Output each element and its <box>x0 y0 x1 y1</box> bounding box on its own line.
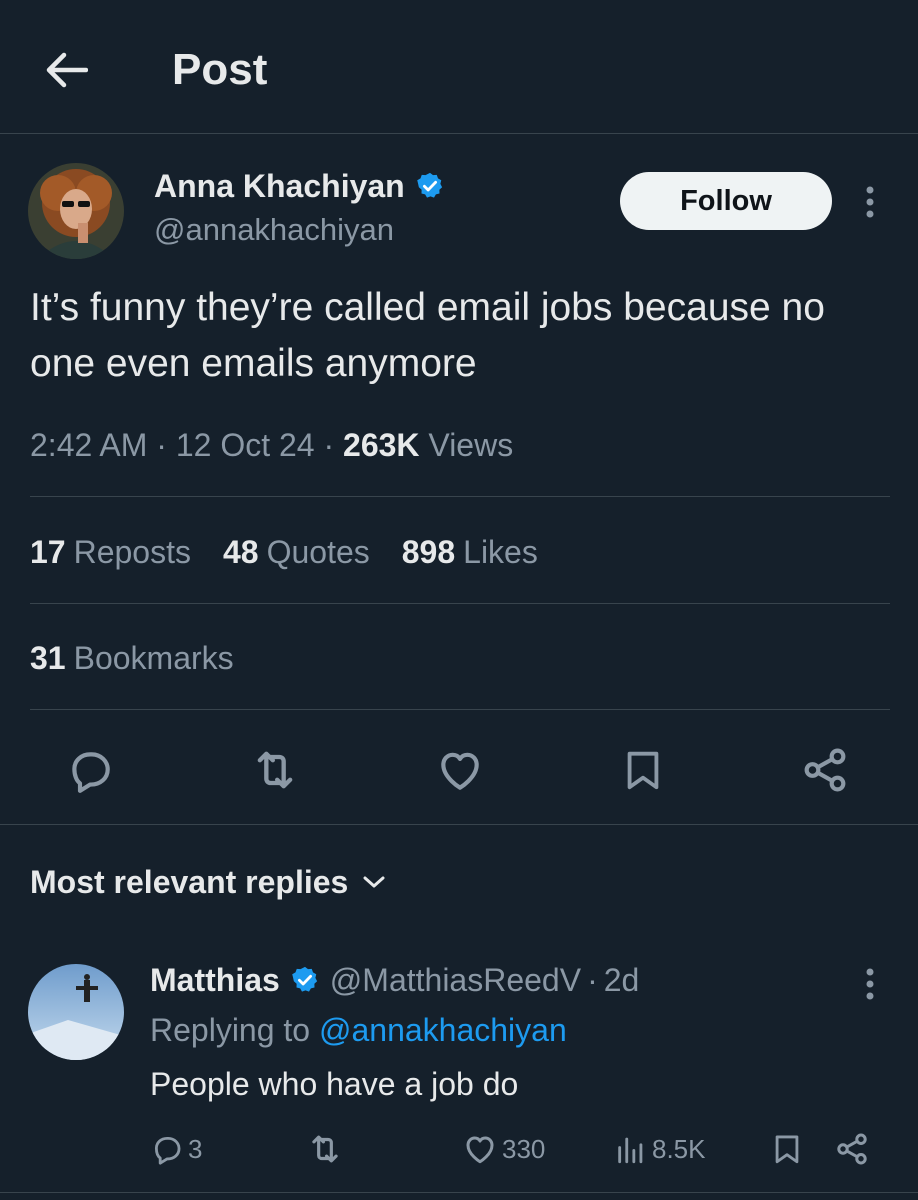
author-avatar[interactable] <box>28 163 124 259</box>
bookmark-icon <box>775 1135 799 1164</box>
likes-stat[interactable]: 898 Likes <box>402 530 538 574</box>
post-date[interactable]: 12 Oct 24 <box>176 427 315 463</box>
like-button[interactable] <box>430 740 490 800</box>
reply-like-button[interactable]: 330 <box>462 1126 545 1172</box>
repost-icon <box>257 751 293 789</box>
post-detail-page: Post Anna Khachiyan @annakhachiyan Follo… <box>0 0 918 1200</box>
replying-to-mention[interactable]: @annakhachiyan <box>319 1012 567 1048</box>
verified-badge-icon <box>292 966 317 992</box>
author-name-row[interactable]: Anna Khachiyan <box>154 166 445 206</box>
replies-sort-toggle[interactable]: Most relevant replies <box>30 860 386 904</box>
reply-author-name[interactable]: Matthias <box>150 958 280 1002</box>
author-handle[interactable]: @annakhachiyan <box>154 210 394 250</box>
reply-reply-button[interactable]: 3 <box>150 1126 202 1172</box>
page-title: Post <box>172 45 268 94</box>
reply-avatar[interactable] <box>28 964 124 1060</box>
reply-views-button[interactable]: 8.5K <box>614 1126 706 1172</box>
reply-button[interactable] <box>60 740 120 800</box>
more-vertical-icon <box>866 186 874 218</box>
divider <box>30 709 890 710</box>
reply-views-count: 8.5K <box>652 1133 706 1164</box>
bottom-divider <box>0 1192 918 1193</box>
arrow-left-icon <box>46 52 88 88</box>
post-time[interactable]: 2:42 AM <box>30 427 147 463</box>
reply-time[interactable]: 2d <box>604 958 640 1002</box>
reply-header: Matthias @MatthiasReedV · 2d <box>150 958 639 1002</box>
reply-likes-count: 330 <box>502 1133 546 1164</box>
repost-icon <box>312 1135 338 1163</box>
back-button[interactable] <box>36 40 96 100</box>
top-bar: Post <box>0 0 918 134</box>
bookmarks-count: 31 <box>30 640 66 676</box>
quotes-count: 48 <box>222 534 259 570</box>
author-name[interactable]: Anna Khachiyan <box>154 166 405 206</box>
likes-label: Likes <box>463 534 538 570</box>
replying-to-prefix: Replying to <box>150 1012 311 1048</box>
post-more-button[interactable] <box>852 180 888 224</box>
heart-icon <box>441 752 479 790</box>
replying-to-line: Replying to @annakhachiyan <box>150 1008 567 1052</box>
chevron-down-icon <box>363 876 385 888</box>
follow-button[interactable]: Follow <box>620 172 832 230</box>
share-icon <box>804 748 846 792</box>
divider <box>30 496 890 497</box>
engagement-stats: 17 Reposts 48 Quotes 898 Likes <box>30 530 538 574</box>
bookmarks-label: Bookmarks <box>73 640 234 676</box>
likes-count: 898 <box>401 534 456 570</box>
verified-badge-icon <box>416 172 442 198</box>
reply-bookmark-button[interactable] <box>770 1126 804 1172</box>
reply-repost-button[interactable] <box>306 1126 344 1172</box>
post-action-bar <box>0 740 918 800</box>
separator-dot: · <box>587 962 598 998</box>
quotes-stat[interactable]: 48 Quotes <box>223 530 370 574</box>
reposts-label: Reposts <box>73 534 191 570</box>
heart-icon <box>466 1136 494 1164</box>
divider <box>30 603 890 604</box>
share-button[interactable] <box>795 740 855 800</box>
reply-icon <box>72 752 110 793</box>
section-divider <box>0 824 918 825</box>
repost-button[interactable] <box>245 740 305 800</box>
reply-action-bar: 3 330 8.5K <box>0 1126 918 1172</box>
bookmark-button[interactable] <box>613 740 673 800</box>
share-icon <box>837 1133 867 1165</box>
bookmarks-stat[interactable]: 31 Bookmarks <box>30 636 234 680</box>
reply-more-button[interactable] <box>852 962 888 1006</box>
reposts-stat[interactable]: 17 Reposts <box>30 530 191 574</box>
views-label: Views <box>428 427 514 463</box>
replies-section-title: Most relevant replies <box>30 864 349 900</box>
post-meta: 2:42 AM · 12 Oct 24 · 263K Views <box>30 427 514 463</box>
post-text: It’s funny they’re called email jobs bec… <box>30 286 825 385</box>
reply-author-handle[interactable]: @MatthiasReedV <box>330 958 581 1002</box>
reply-replies-count: 3 <box>188 1133 203 1164</box>
quotes-label: Quotes <box>266 534 370 570</box>
reply-icon <box>154 1136 181 1165</box>
more-vertical-icon <box>866 968 874 1000</box>
reply-text: People who have a job do <box>150 1066 519 1102</box>
views-count: 263K <box>343 427 420 463</box>
reply-share-button[interactable] <box>834 1126 870 1172</box>
reposts-count: 17 <box>30 534 66 570</box>
bookmark-icon <box>627 751 659 790</box>
views-icon <box>618 1137 643 1164</box>
